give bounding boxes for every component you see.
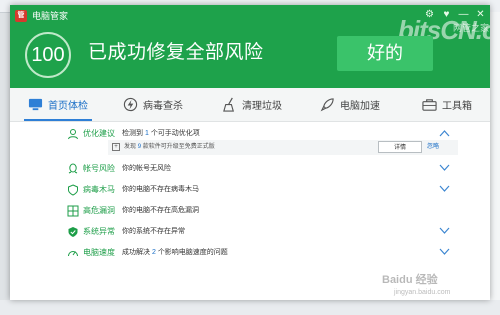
- tab-label: 清理垃圾: [242, 101, 282, 112]
- chevron-down-icon[interactable]: [439, 164, 450, 172]
- tab-label: 首页体检: [48, 101, 88, 112]
- broom-icon: [223, 97, 234, 112]
- item-label: 系统异常: [83, 227, 115, 236]
- qq-icon: [68, 163, 78, 174]
- toolbox-icon: [422, 99, 437, 111]
- app-logo-icon: 管: [15, 10, 27, 22]
- tab-toolbox[interactable]: 工具箱: [422, 88, 472, 121]
- monitor-icon: [28, 98, 43, 111]
- app-title: 电脑管家: [32, 11, 69, 21]
- rocket-icon: [320, 98, 334, 112]
- item-description: 成功解决 2 个影响电脑速度的问题: [122, 249, 228, 256]
- item-description: 检测到 1 个可手动优化项: [122, 130, 200, 137]
- list-item[interactable]: 病毒木马 你的电脑不存在病毒木马: [10, 181, 490, 201]
- done-button[interactable]: 好的: [337, 36, 433, 71]
- tab-speed-up[interactable]: 电脑加速: [320, 88, 380, 121]
- background-page-bottom: [0, 300, 500, 315]
- item-label: 高危漏洞: [83, 206, 115, 215]
- item-label: 优化建议: [83, 129, 115, 138]
- item-description: 你的电脑不存在高危漏洞: [122, 207, 199, 214]
- status-message: 已成功修复全部风险: [88, 42, 264, 63]
- grid-icon: [67, 205, 79, 217]
- check-shield-icon: [68, 227, 78, 237]
- lightning-icon: [123, 97, 138, 112]
- tab-virus-scan[interactable]: 病毒查杀: [123, 88, 183, 121]
- footer-watermark-url: jingyan.baidu.com: [394, 289, 451, 296]
- item-label: 帐号风险: [83, 164, 115, 173]
- watermark-text: 网管之家: [453, 23, 490, 33]
- list-item[interactable]: 帐号风险 你的帐号无风险: [10, 160, 490, 180]
- list-item[interactable]: 系统异常 你的系统不存在异常: [10, 223, 490, 243]
- main-tabs: 首页体检 病毒查杀 清理垃圾 电脑加速 工具箱: [10, 88, 490, 122]
- chevron-down-icon[interactable]: [439, 185, 450, 193]
- item-description: 你的帐号无风险: [122, 165, 171, 172]
- tab-label: 病毒查杀: [143, 101, 183, 112]
- item-label: 病毒木马: [83, 185, 115, 194]
- tab-clean-junk[interactable]: 清理垃圾: [222, 88, 282, 121]
- item-label: 电脑速度: [83, 248, 115, 257]
- app-window: 管 电脑管家 ⚙ ♥ — ✕ bitsCN.com 网管之家 100 已成功修复…: [10, 5, 490, 300]
- upgrade-icon: +: [112, 143, 120, 151]
- details-button[interactable]: 详情: [378, 141, 422, 153]
- ignore-link[interactable]: 忽略: [427, 141, 439, 153]
- list-item[interactable]: 电脑速度 成功解决 2 个影响电脑速度的问题: [10, 244, 490, 264]
- chevron-down-icon[interactable]: [439, 227, 450, 235]
- tab-home-checkup[interactable]: 首页体检: [24, 88, 92, 121]
- speed-icon: [68, 251, 78, 257]
- tab-label: 工具箱: [442, 101, 472, 112]
- health-score: 100: [25, 32, 71, 78]
- item-description: 你的电脑不存在病毒木马: [122, 186, 199, 193]
- status-header: 管 电脑管家 ⚙ ♥ — ✕ bitsCN.com 网管之家 100 已成功修复…: [10, 5, 490, 88]
- item-description: 你的系统不存在异常: [122, 228, 185, 235]
- shield-icon: [68, 184, 78, 196]
- user-icon: [68, 129, 78, 140]
- chevron-up-icon[interactable]: [439, 129, 450, 137]
- tab-label: 电脑加速: [340, 101, 380, 112]
- subitem-text: 发现 9 款软件可升级至免费正式版: [124, 144, 215, 150]
- footer-watermark: Baidu 经验: [382, 274, 438, 286]
- list-item[interactable]: 高危漏洞 你的电脑不存在高危漏洞: [10, 202, 490, 222]
- chevron-down-icon[interactable]: [439, 248, 450, 256]
